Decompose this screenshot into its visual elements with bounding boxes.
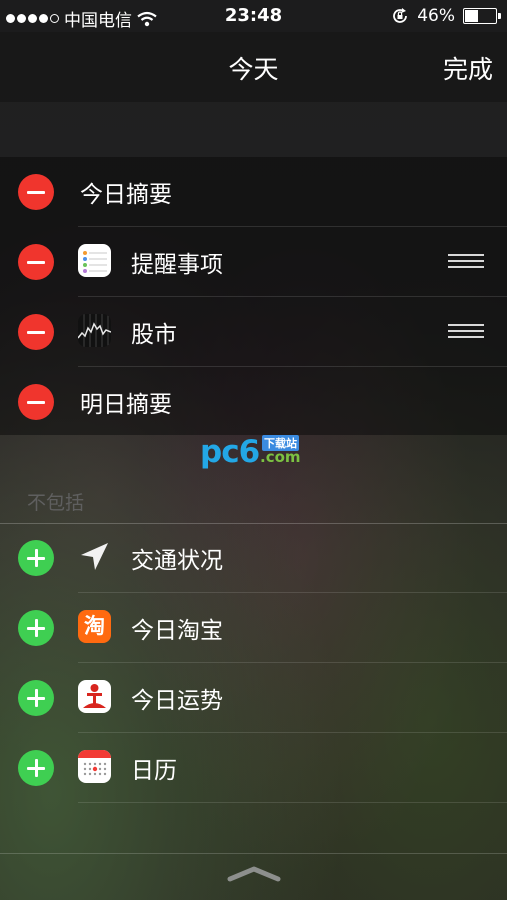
included-widgets-list: 今日摘要 提醒事项 股市 明日摘要 [0,157,507,435]
add-button[interactable] [18,540,54,576]
list-item-reminders: 提醒事项 [0,227,507,297]
status-right: 46% [391,6,501,26]
battery-icon [463,8,501,24]
calendar-app-icon [78,750,111,783]
stocks-app-icon [78,314,111,347]
remove-button[interactable] [18,244,54,280]
list-item-today-summary: 今日摘要 [0,157,507,227]
taobao-app-icon: 淘 [78,610,111,643]
reminders-app-icon [78,244,111,277]
list-item-traffic: 交通状况 [0,523,507,593]
reorder-handle-icon[interactable] [448,254,484,270]
taobao-icon-glyph: 淘 [84,614,105,638]
remove-button[interactable] [18,314,54,350]
item-label: 今日运势 [131,688,223,714]
watermark-domain: .com [260,448,301,466]
fortune-app-icon [78,680,111,713]
list-item-taobao: 淘 今日淘宝 [0,593,507,663]
remove-button[interactable] [18,174,54,210]
item-label: 明日摘要 [80,392,172,418]
list-item-calendar: 日历 [0,733,507,803]
item-label: 股市 [131,322,177,348]
item-label: 日历 [131,758,177,784]
remove-button[interactable] [18,384,54,420]
section-header-excluded: 不包括 [27,492,85,514]
add-button[interactable] [18,680,54,716]
done-button[interactable]: 完成 [443,50,493,86]
battery-percent: 46% [417,6,455,26]
page-title: 今天 [228,55,279,84]
add-button[interactable] [18,750,54,786]
bottom-divider [0,853,507,854]
add-button[interactable] [18,610,54,646]
item-label: 今日淘宝 [131,618,223,644]
watermark-brand: pc6 [200,434,260,470]
list-item-fortune: 今日运势 [0,663,507,733]
reorder-handle-icon[interactable] [448,324,484,340]
list-item-stocks: 股市 [0,297,507,367]
pc6-watermark-logo: pc6 下载站 .com [200,432,305,472]
item-label: 今日摘要 [80,182,172,208]
item-label: 交通状况 [131,548,223,574]
navigation-bar: 今天 完成 [0,32,507,102]
section-spacer [0,102,507,157]
rotation-lock-icon [393,8,408,23]
location-arrow-icon [78,540,111,573]
pull-up-handle-icon[interactable] [226,866,282,882]
list-item-tomorrow-summary: 明日摘要 [0,367,507,437]
item-label: 提醒事项 [131,252,223,278]
status-bar: 中国电信 23:48 46% [0,0,507,32]
